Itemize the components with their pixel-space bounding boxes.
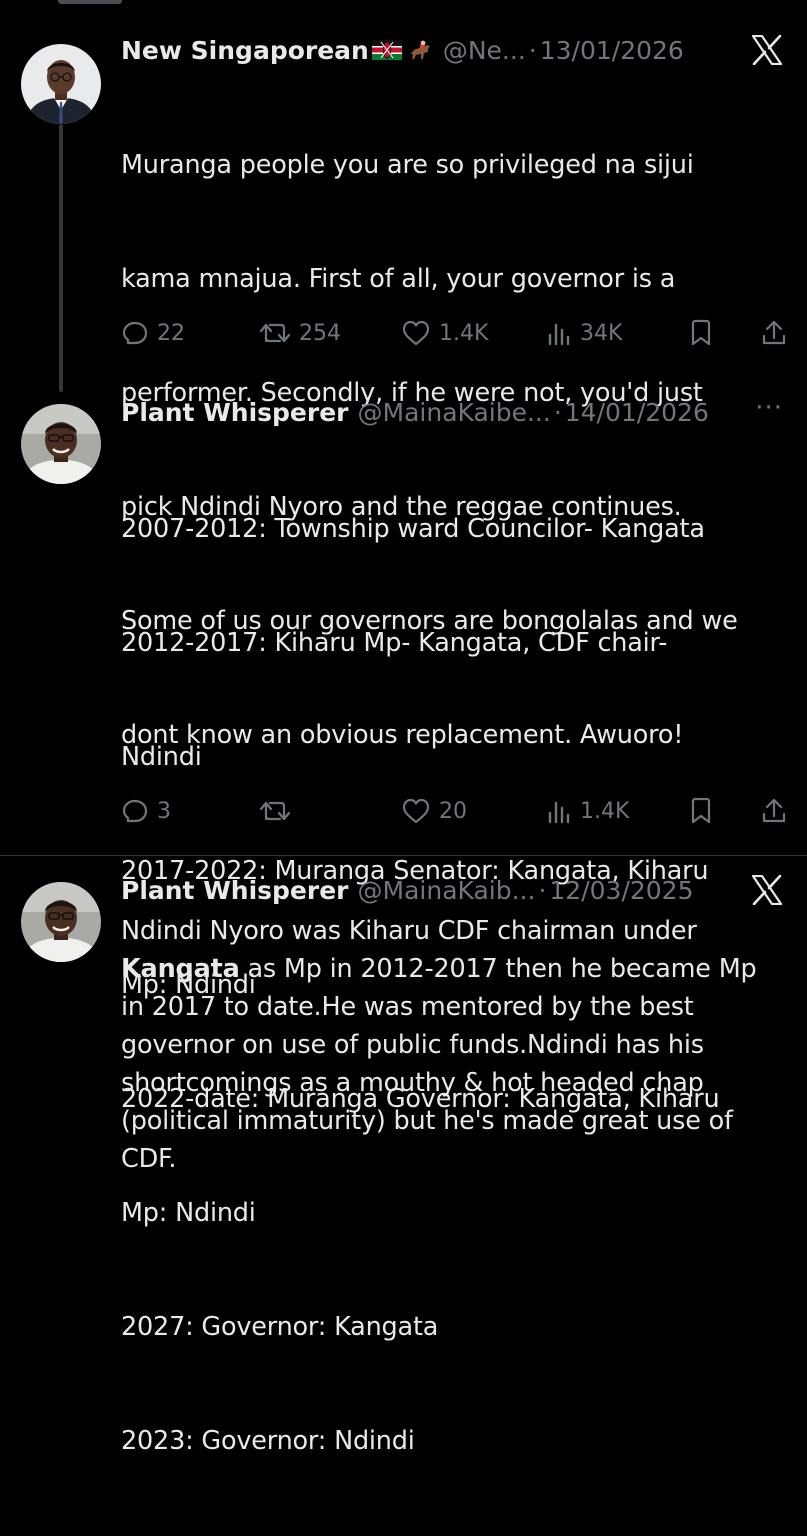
header-right: [751, 875, 783, 905]
repost-button[interactable]: [259, 794, 299, 828]
repost-button[interactable]: 254: [259, 316, 341, 350]
tweet-text: Ndindi Nyoro was Kiharu CDF chairman und…: [121, 912, 785, 1178]
views-count: 34K: [580, 320, 623, 346]
x-logo-icon: [751, 875, 783, 905]
avatar-plant-whisperer[interactable]: [21, 882, 101, 962]
header-right: [751, 35, 783, 65]
author-handle[interactable]: @MainaKaibe...: [358, 398, 551, 427]
repost-icon: [259, 323, 291, 343]
views-button[interactable]: 1.4K: [546, 794, 629, 828]
share-icon: [762, 798, 786, 823]
tweet-date[interactable]: 12/03/2025: [549, 876, 693, 905]
share-button[interactable]: [760, 794, 788, 828]
like-button[interactable]: 1.4K: [401, 316, 488, 350]
views-icon: [548, 323, 570, 346]
author-name[interactable]: New Singaporean: [121, 36, 369, 65]
tweet-header: Plant Whisperer @MainaKaibe... · 14/01/2…: [121, 392, 783, 432]
header-separator: ·: [528, 35, 537, 65]
views-icon: [548, 801, 570, 824]
avatar-new-singaporean[interactable]: [21, 44, 101, 124]
author-name[interactable]: Plant Whisperer: [121, 876, 349, 905]
horse-racing-icon: [410, 40, 430, 59]
views-button[interactable]: 34K: [546, 316, 622, 350]
header-separator: ·: [538, 875, 547, 905]
tweet-text-line: kama mnajua. First of all, your governor…: [121, 264, 676, 294]
author-handle[interactable]: @Ne...: [443, 36, 526, 65]
tweet-actions: 3 20 1.4K: [121, 794, 791, 828]
kenya-flag-icon: [371, 40, 402, 60]
avatar-plant-whisperer[interactable]: [21, 404, 101, 484]
tweet-date[interactable]: 13/01/2026: [540, 36, 684, 65]
tweet-actions: 22 254 1.4K 34K: [121, 316, 791, 350]
x-logo-icon: [751, 35, 783, 65]
tweet-text-line: 2023: Governor: Ndindi: [121, 1426, 415, 1456]
heart-icon: [402, 320, 430, 346]
author-badges: [371, 38, 434, 62]
reply-icon: [122, 321, 148, 345]
tweet-1[interactable]: New Singaporean @Ne... · 13/01/2026 Mura…: [0, 0, 807, 750]
tweet-date[interactable]: 14/01/2026: [565, 398, 709, 427]
like-count: 1.4K: [439, 320, 489, 346]
author-handle[interactable]: @MainaKaib...: [358, 876, 536, 905]
tweet-text-line: 2012-2017: Kiharu Mp- Kangata, CDF chair…: [121, 628, 668, 658]
tweet-text-segment: as Mp in 2012-2017 then he became Mp in …: [121, 954, 757, 1174]
reply-button[interactable]: 22: [121, 316, 185, 350]
share-icon: [762, 320, 786, 345]
views-count: 1.4K: [580, 798, 630, 824]
tweet-text-segment: Ndindi Nyoro was Kiharu CDF chairman und…: [121, 916, 697, 946]
tweet-header: New Singaporean @Ne... · 13/01/2026: [121, 30, 783, 70]
like-button[interactable]: 20: [401, 794, 467, 828]
header-separator: ·: [553, 397, 562, 427]
reply-count: 3: [157, 798, 171, 824]
tweet-text-line: Muranga people you are so privileged na …: [121, 150, 694, 180]
header-right: ···: [755, 395, 783, 421]
tweet-text-line: 2027: Governor: Kangata: [121, 1312, 439, 1342]
reply-button[interactable]: 3: [121, 794, 171, 828]
like-count: 20: [439, 798, 467, 824]
tweet-text-bold-segment: Kangata: [121, 954, 240, 984]
share-button[interactable]: [760, 316, 788, 350]
tweet-2[interactable]: Plant Whisperer @MainaKaibe... · 14/01/2…: [0, 390, 807, 1456]
bookmark-button[interactable]: [689, 794, 713, 828]
repost-icon: [259, 801, 291, 821]
tweet-header: Plant Whisperer @MainaKaib... · 12/03/20…: [121, 870, 783, 910]
bookmark-icon: [691, 319, 711, 346]
bookmark-button[interactable]: [689, 316, 713, 350]
reply-icon: [122, 799, 148, 823]
bookmark-icon: [691, 797, 711, 824]
tweet-text-line: Ndindi: [121, 742, 202, 772]
repost-count: 254: [299, 320, 341, 346]
author-name[interactable]: Plant Whisperer: [121, 398, 349, 427]
thread-connector-line: [59, 124, 63, 392]
reply-count: 22: [157, 320, 185, 346]
tweet-text-line: 2007-2012: Township ward Councilor- Kang…: [121, 514, 705, 544]
tweet-3[interactable]: Plant Whisperer @MainaKaib... · 12/03/20…: [0, 856, 807, 1200]
heart-icon: [402, 798, 430, 824]
more-icon[interactable]: ···: [755, 395, 783, 421]
